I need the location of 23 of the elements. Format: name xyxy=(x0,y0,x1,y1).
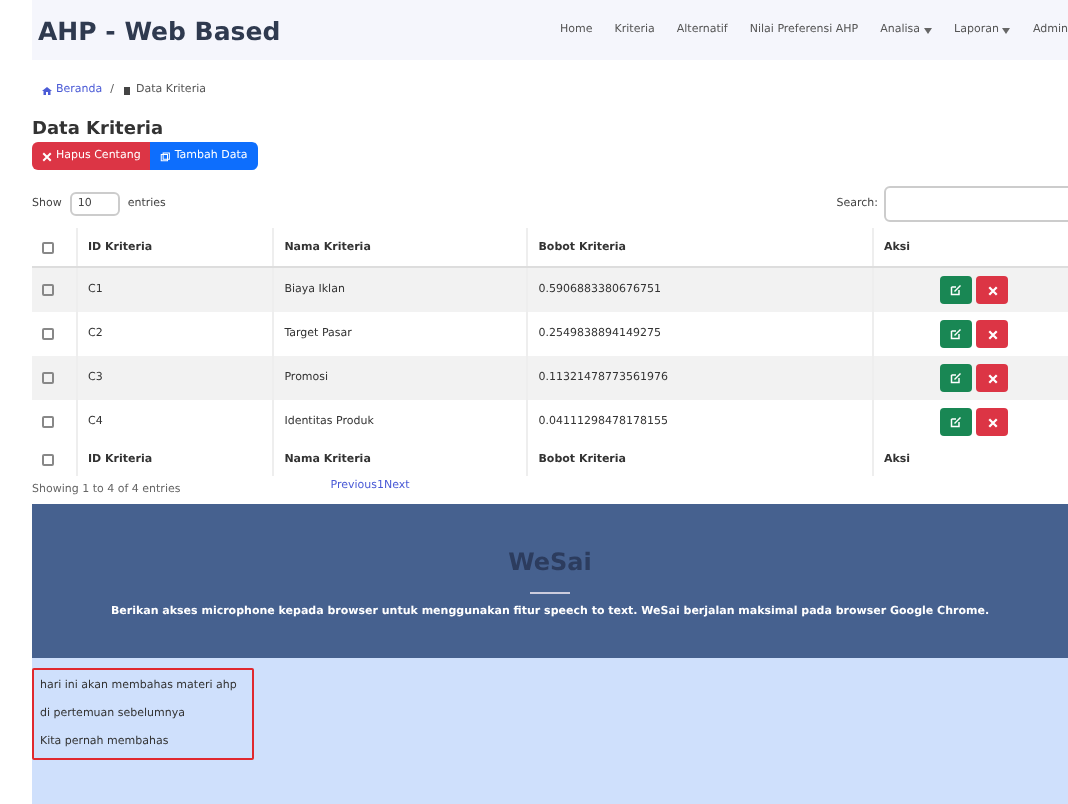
checkbox[interactable] xyxy=(42,284,54,296)
edit-icon[interactable] xyxy=(940,276,973,304)
checkbox[interactable] xyxy=(42,416,54,428)
delete-icon[interactable] xyxy=(976,408,1009,436)
caret-icon xyxy=(924,27,933,33)
checkbox[interactable] xyxy=(42,241,54,253)
home-icon xyxy=(42,85,52,95)
checkbox[interactable] xyxy=(42,372,54,384)
copy-icon xyxy=(160,151,171,161)
close-icon xyxy=(42,151,52,161)
edit-icon[interactable] xyxy=(940,320,973,348)
checkbox[interactable] xyxy=(42,328,54,340)
edit-icon[interactable] xyxy=(940,364,973,392)
book-icon xyxy=(122,85,132,95)
delete-icon[interactable] xyxy=(976,364,1009,392)
caret-icon xyxy=(1002,27,1011,33)
page-title: Data Kriteria xyxy=(32,120,166,140)
delete-icon[interactable] xyxy=(976,276,1009,304)
search-field[interactable] xyxy=(884,186,1068,222)
edit-icon[interactable] xyxy=(940,408,973,436)
brand-title[interactable]: AHP - Web Based xyxy=(38,15,281,45)
checkbox[interactable] xyxy=(42,454,54,466)
delete-icon[interactable] xyxy=(976,320,1009,348)
